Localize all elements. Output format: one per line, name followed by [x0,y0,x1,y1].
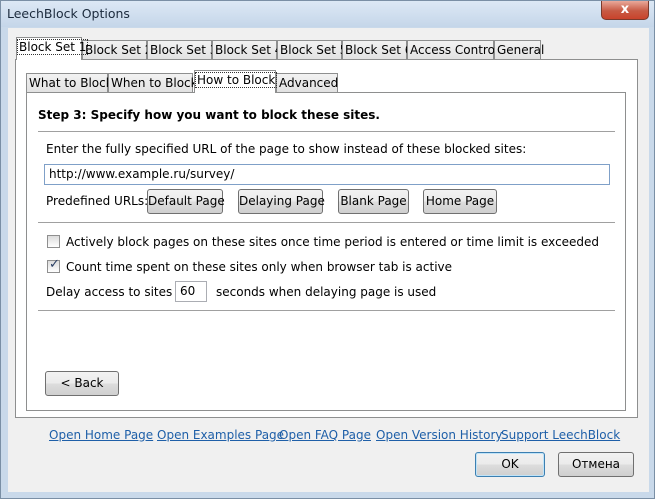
tab-block-set-1[interactable]: Block Set 1 [16,37,89,60]
step-title: Step 3: Specify how you want to block th… [38,108,380,122]
blank-page-button[interactable]: Blank Page [338,189,409,214]
how-to-block-panel [26,92,626,411]
predefined-urls-label: Predefined URLs: [46,194,149,208]
cancel-button[interactable]: Отмена [558,452,634,477]
tab-how-to-block[interactable]: How to Block [194,70,278,93]
delaying-page-button[interactable]: Delaying Page [238,189,325,214]
tab-access-control[interactable]: Access Control [407,40,498,60]
delay-label: Delay access to sites by [46,285,191,299]
count-time-label[interactable]: Count time spent on these sites only whe… [66,260,452,274]
tab-block-set-6[interactable]: Block Set 6 [342,40,412,60]
count-time-checkbox[interactable]: ✓ [47,257,60,273]
tab-what-to-block[interactable]: What to Block [26,73,113,93]
open-version-history-link[interactable]: Open Version History [376,428,503,442]
tab-block-set-4[interactable]: Block Set 4 [212,40,282,60]
divider [38,222,615,224]
default-page-button[interactable]: Default Page [147,189,225,214]
divider [38,310,615,312]
tab-general[interactable]: General [494,40,544,60]
url-prompt-label: Enter the fully specified URL of the pag… [46,142,527,156]
window-title: LeechBlock Options [7,6,130,21]
tab-when-to-block[interactable]: When to Block [108,73,198,93]
delay-seconds-input[interactable]: 60 [175,281,207,302]
support-leechblock-link[interactable]: Support LeechBlock [501,428,620,442]
tab-block-set-5[interactable]: Block Set 5 [277,40,347,60]
tab-advanced[interactable]: Advanced [276,73,338,93]
tab-block-set-3[interactable]: Block Set 3 [147,40,217,60]
divider [38,131,615,133]
back-button[interactable]: < Back [45,371,119,396]
open-faq-page-link[interactable]: Open FAQ Page [279,428,371,442]
checkmark-icon: ✓ [49,257,60,272]
delay-suffix-label: seconds when delaying page is used [216,285,437,299]
open-examples-page-link[interactable]: Open Examples Page [157,428,284,442]
block-url-input[interactable]: http://www.example.ru/survey/ [44,164,610,185]
options-window: LeechBlock Options x Block Set 1 Block S… [0,0,655,499]
home-page-button[interactable]: Home Page [423,189,497,214]
tab-block-set-2[interactable]: Block Set 2 [82,40,152,60]
open-home-page-link[interactable]: Open Home Page [49,428,153,442]
title-bar[interactable]: LeechBlock Options x [1,1,654,27]
close-button[interactable]: x [601,1,649,20]
active-block-label[interactable]: Actively block pages on these sites once… [66,235,599,249]
active-block-checkbox[interactable] [47,235,60,248]
ok-button[interactable]: OK [475,452,545,477]
